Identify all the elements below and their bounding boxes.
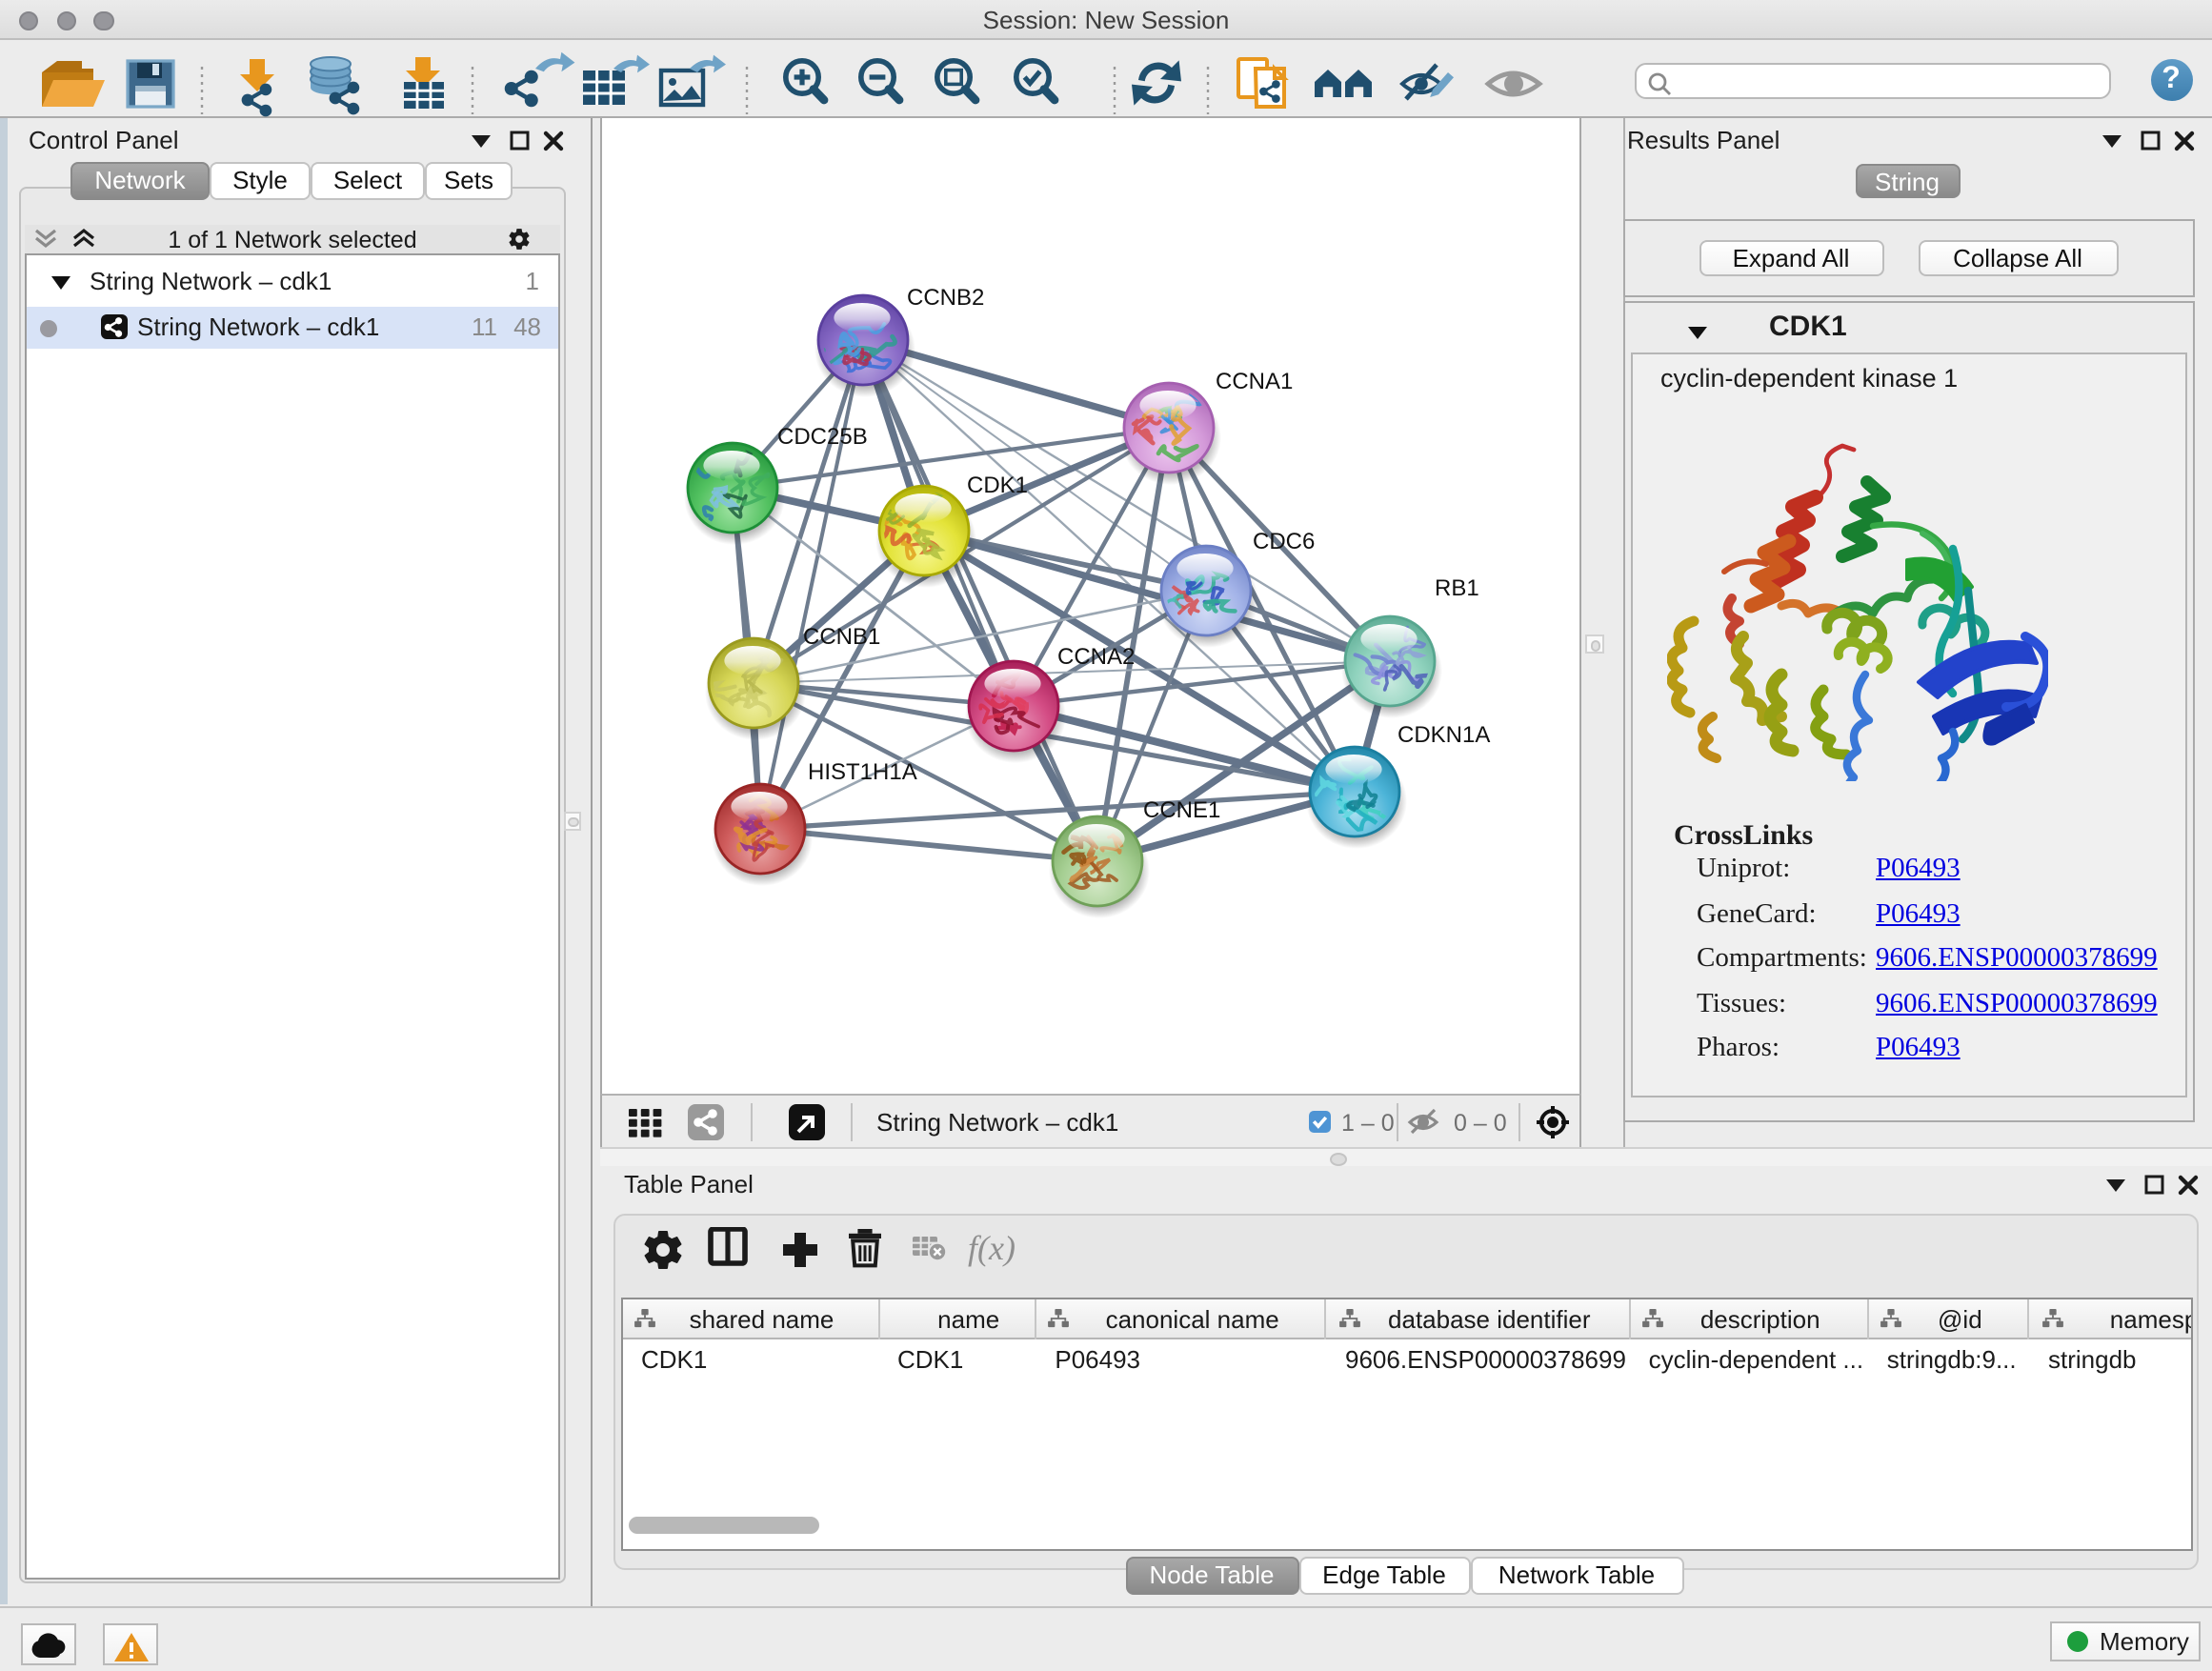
svg-text:CDK1: CDK1 [966, 473, 1027, 498]
svg-text:HIST1H1A: HIST1H1A [807, 759, 916, 785]
svg-text:CCNA2: CCNA2 [1056, 644, 1134, 670]
svg-text:CCNB2: CCNB2 [906, 285, 983, 311]
svg-text:f(x): f(x) [968, 1229, 1016, 1267]
svg-text:1 – 0: 1 – 0 [1340, 1110, 1394, 1137]
svg-text:String Network – cdk1: String Network – cdk1 [875, 1108, 1117, 1137]
svg-text:CDKN1A: CDKN1A [1397, 722, 1489, 748]
svg-text:CDC6: CDC6 [1252, 529, 1314, 554]
svg-text:CCNB1: CCNB1 [802, 624, 879, 650]
svg-text:0 – 0: 0 – 0 [1453, 1110, 1506, 1137]
svg-text:CDC25B: CDC25B [776, 424, 867, 450]
svg-text:RB1: RB1 [1434, 575, 1478, 601]
svg-text:CCNA1: CCNA1 [1215, 369, 1292, 394]
svg-text:CCNE1: CCNE1 [1142, 797, 1219, 823]
